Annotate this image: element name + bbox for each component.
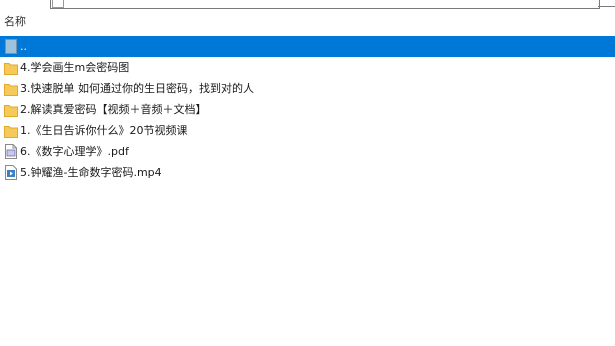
address-bar-area xyxy=(0,0,615,12)
list-item-label: 5.钟耀渔-生命数字密码.mp4 xyxy=(20,165,162,179)
list-item-label: .. xyxy=(20,39,27,53)
list-item[interactable]: 1.《生日告诉你什么》20节视频课 xyxy=(0,120,615,141)
pdf-file-icon xyxy=(4,144,18,160)
column-header-row: 名称 xyxy=(0,12,615,34)
list-item-label: 2.解读真爱密码【视频＋音频＋文档】 xyxy=(20,102,207,116)
list-item[interactable]: 2.解读真爱密码【视频＋音频＋文档】 xyxy=(0,99,615,120)
list-item-label: 3.快速脱单 如何通过你的生日密码，找到对的人 xyxy=(20,81,254,95)
folder-icon xyxy=(4,102,18,118)
list-item-label: 1.《生日告诉你什么》20节视频课 xyxy=(20,123,188,137)
parent-folder-icon xyxy=(4,39,18,55)
name-column-header[interactable]: 名称 xyxy=(4,16,26,28)
list-item[interactable]: 6.《数字心理学》.pdf xyxy=(0,141,615,162)
folder-icon xyxy=(4,60,18,76)
list-item[interactable]: 5.钟耀渔-生命数字密码.mp4 xyxy=(0,162,615,183)
file-list: .. 4.学会画生m会密码图 3.快速脱单 如何通过你的生日密码，找到对的人 2… xyxy=(0,36,615,183)
list-item[interactable]: 3.快速脱单 如何通过你的生日密码，找到对的人 xyxy=(0,78,615,99)
list-item[interactable]: 4.学会画生m会密码图 xyxy=(0,57,615,78)
list-item-label: 6.《数字心理学》.pdf xyxy=(20,144,129,158)
list-item-parent[interactable]: .. xyxy=(0,36,615,57)
address-bar-icon xyxy=(52,0,64,8)
folder-icon xyxy=(4,123,18,139)
folder-icon xyxy=(4,81,18,97)
search-box[interactable] xyxy=(598,0,615,7)
video-file-icon xyxy=(4,165,18,181)
list-item-label: 4.学会画生m会密码图 xyxy=(20,60,130,74)
address-bar[interactable] xyxy=(50,0,600,9)
